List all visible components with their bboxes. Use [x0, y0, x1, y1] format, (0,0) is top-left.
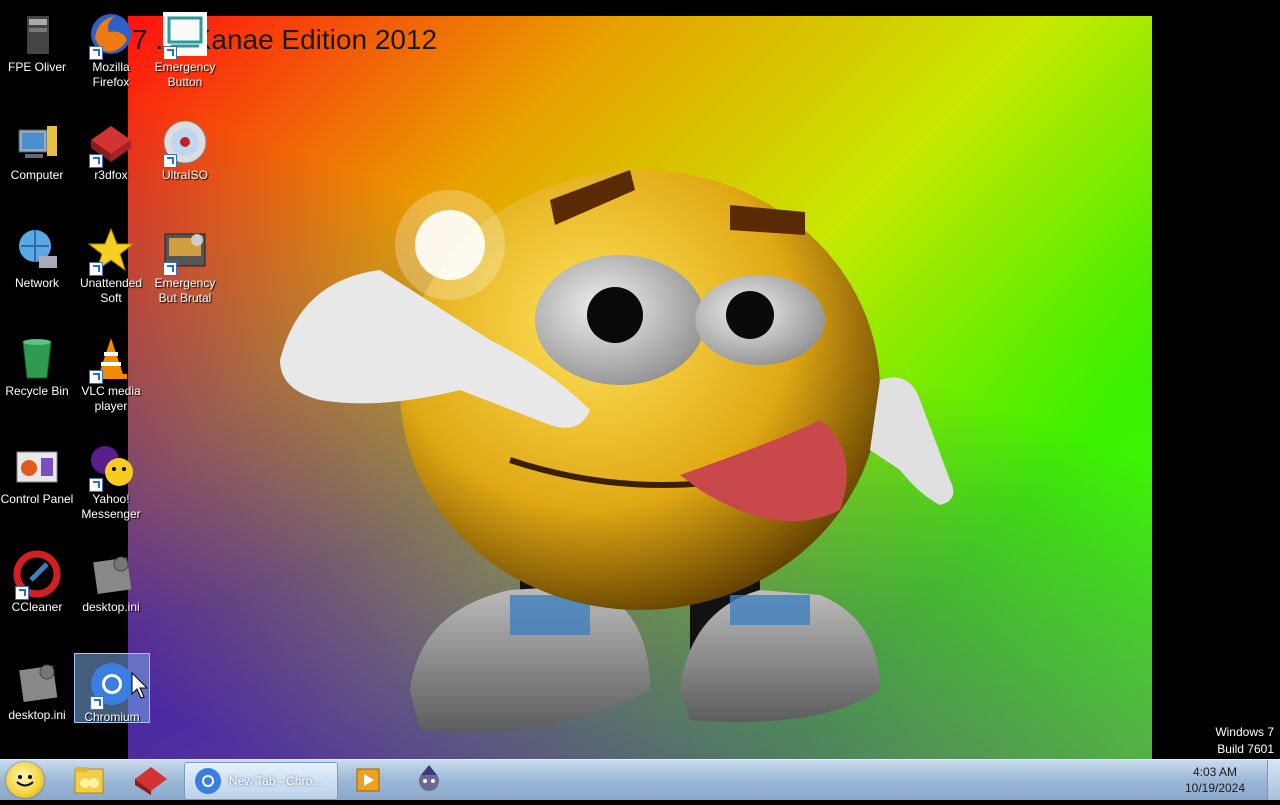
- desktop-icon-mozilla-firefox[interactable]: Mozilla Firefox: [74, 4, 148, 89]
- icon-label: UltraISO: [161, 168, 208, 182]
- taskbar-chromium-window[interactable]: New Tab - Chro...: [184, 762, 338, 800]
- desktop-icon-ultraiso[interactable]: UltraISO: [148, 112, 222, 184]
- wizard-app-icon: [419, 765, 439, 791]
- program-icon: [13, 10, 61, 58]
- icon-label: desktop.ini: [8, 708, 66, 722]
- icon-label: Network: [14, 276, 59, 290]
- icon-label: r3dfox: [94, 168, 128, 182]
- star-icon: [87, 226, 135, 276]
- icon-label: Control Panel: [0, 492, 74, 506]
- recycle-bin-icon: [13, 334, 61, 382]
- desktop-icon-unattended-soft[interactable]: Unattended Soft: [74, 220, 148, 305]
- taskbar-explorer-button[interactable]: [60, 760, 118, 800]
- folder-icon: [74, 767, 104, 794]
- taskbar-window-title: New Tab - Chro...: [229, 774, 323, 788]
- show-desktop-button[interactable]: [1267, 760, 1280, 800]
- ccleaner-icon: [13, 550, 61, 600]
- icon-label: FPE Oliver: [7, 60, 66, 74]
- desktop-icon-emergency-button[interactable]: Emergency Button: [148, 4, 222, 89]
- desktop-icon-fpe-oliver[interactable]: FPE Oliver: [0, 4, 74, 88]
- icon-label: Recycle Bin: [5, 384, 69, 398]
- icon-label: Unattended Soft: [79, 276, 143, 305]
- smiley-start-icon: [16, 775, 34, 787]
- mouse-cursor-icon: [131, 672, 149, 699]
- icon-label: Mozilla Firefox: [92, 60, 130, 89]
- desktop-icon-yahoo-messenger[interactable]: Yahoo! Messenger: [74, 436, 148, 521]
- clock-time: 4:03 AM: [1192, 765, 1238, 779]
- icon-label: VLC media player: [81, 384, 141, 413]
- desktop-icon-control-panel[interactable]: Control Panel: [0, 436, 74, 520]
- icon-label: Yahoo! Messenger: [81, 492, 141, 521]
- icon-label: Chromium: [84, 710, 140, 724]
- taskbar-r3dfox-button[interactable]: [122, 760, 180, 800]
- smiley-wallpaper-image: [280, 170, 954, 732]
- config-file-icon: [87, 550, 135, 598]
- desktop-icon-vlc[interactable]: VLC media player: [74, 328, 148, 413]
- desktop-icon-desktop-ini-2[interactable]: desktop.ini: [0, 652, 74, 724]
- windows-build-watermark: Windows 7 Build 7601: [1215, 724, 1274, 758]
- r3dfox-icon: [87, 118, 135, 168]
- taskbar-media-player-button[interactable]: [342, 760, 400, 800]
- vlc-cone-icon: [87, 334, 135, 384]
- desktop-icon-computer[interactable]: Computer: [0, 112, 74, 184]
- chromium-icon: [195, 768, 221, 794]
- start-button[interactable]: [6, 762, 44, 798]
- config-file-icon: [13, 658, 61, 706]
- desktop-icon-ccleaner[interactable]: CCleaner: [0, 544, 74, 616]
- computer-icon: [13, 118, 61, 166]
- icon-label: Emergency But Brutal: [154, 276, 216, 305]
- network-globe-icon: [13, 226, 61, 274]
- system-clock[interactable]: 4:03 AM 10/19/2024: [1170, 764, 1260, 796]
- control-panel-icon: [13, 442, 61, 490]
- yahoo-messenger-icon: [87, 442, 135, 492]
- emergency-button-icon: [161, 10, 209, 60]
- taskbar: New Tab - Chro... 4:03 AM 10/19/2024: [0, 759, 1280, 800]
- chromium-icon: [88, 660, 136, 710]
- clock-date: 10/19/2024: [1184, 781, 1246, 795]
- media-player-icon: [356, 768, 380, 792]
- firefox-icon: [87, 10, 135, 60]
- desktop-icon-network[interactable]: Network: [0, 220, 74, 292]
- desktop-icon-desktop-ini-1[interactable]: desktop.ini: [74, 544, 148, 616]
- r3dfox-icon: [135, 767, 167, 795]
- emergency-brutal-icon: [161, 226, 209, 276]
- watermark-build: Build 7601: [1217, 742, 1274, 756]
- watermark-os: Windows 7: [1215, 725, 1274, 739]
- desktop-icon-r3dfox[interactable]: r3dfox: [74, 112, 148, 184]
- icon-label: Computer: [10, 168, 64, 182]
- icon-label: CCleaner: [11, 600, 63, 614]
- taskbar-app-button[interactable]: [404, 760, 462, 800]
- desktop-icon-recycle-bin[interactable]: Recycle Bin: [0, 328, 74, 400]
- disc-icon: [161, 118, 209, 168]
- icon-label: desktop.ini: [82, 600, 140, 614]
- icon-label: Emergency Button: [154, 60, 216, 89]
- desktop-icon-emergency-but-brutal[interactable]: Emergency But Brutal: [148, 220, 222, 305]
